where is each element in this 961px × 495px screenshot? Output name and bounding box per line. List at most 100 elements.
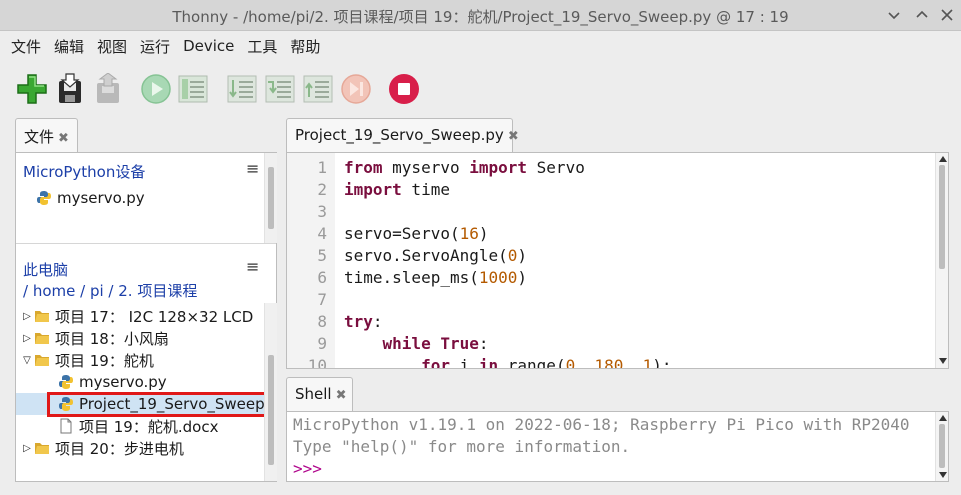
- tree-label: 项目 17： I2C 128×32 LCD: [55, 307, 254, 326]
- tree-label: 项目 19：舵机: [55, 351, 154, 370]
- number-token: 16: [459, 224, 479, 243]
- load-button[interactable]: [91, 72, 125, 106]
- micropython-menu-icon[interactable]: ≡: [246, 159, 259, 178]
- scrollbar-thumb[interactable]: [939, 165, 945, 269]
- keyword-token: from: [344, 158, 383, 177]
- code-token: ): [517, 268, 528, 287]
- tab-editor[interactable]: Project_19_Servo_Sweep.py ✖: [286, 118, 519, 153]
- stop-button[interactable]: [387, 72, 421, 106]
- line-number: 5: [317, 246, 327, 265]
- code-line[interactable]: try:: [344, 312, 383, 334]
- editor-pane[interactable]: 1 from myservo import Servo 2 import time 3 4…: [286, 152, 949, 369]
- python-file-icon: [37, 191, 51, 205]
- tree-scrollbar[interactable]: [264, 303, 277, 481]
- close-icon[interactable]: ✖: [58, 131, 69, 146]
- menu-edit[interactable]: 编辑: [54, 36, 84, 57]
- step-over-button[interactable]: [225, 72, 259, 106]
- scroll-up-icon[interactable]: [939, 415, 947, 421]
- breadcrumb-sep: /: [75, 282, 90, 300]
- scrollbar-thumb[interactable]: [939, 424, 945, 468]
- menu-tools[interactable]: 工具: [247, 36, 277, 57]
- tab-shell-label: Shell: [295, 385, 332, 403]
- maximize-button[interactable]: [911, 5, 933, 25]
- shell-pane[interactable]: MicroPython v1.19.1 on 2022-06-18; Raspb…: [286, 411, 949, 482]
- step-into-button[interactable]: [263, 72, 297, 106]
- line-number: 7: [317, 290, 327, 309]
- keyword-token: while: [382, 334, 431, 353]
- scrollbar-thumb[interactable]: [268, 167, 274, 229]
- code-token: time: [401, 180, 450, 199]
- menu-help[interactable]: 帮助: [290, 36, 320, 57]
- code-token: :: [372, 312, 383, 331]
- step-out-icon: [303, 75, 333, 103]
- menu-run[interactable]: 运行: [140, 36, 170, 57]
- file-tree: ▷ 项目 17： I2C 128×32 LCD ▷ 项目 18：小风扇 ▽ 项目…: [16, 305, 269, 481]
- tab-files[interactable]: 文件 ✖: [15, 118, 78, 153]
- computer-header: 此电脑: [23, 261, 69, 279]
- code-token: time.sleep_ms(: [344, 268, 479, 287]
- document-icon: [60, 418, 72, 434]
- tree-item-file-selected[interactable]: Project_19_Servo_Sweep.: [58, 393, 269, 415]
- breadcrumb-pi[interactable]: pi: [90, 282, 104, 300]
- code-token: :: [478, 334, 489, 353]
- code-token: i: [449, 356, 479, 369]
- code-line[interactable]: for i in range(0, 180, 1):: [344, 356, 672, 369]
- shell-prompt[interactable]: >>>: [293, 459, 322, 478]
- close-button[interactable]: [936, 5, 958, 25]
- expand-arrow-icon[interactable]: ▷: [20, 333, 34, 344]
- code-line[interactable]: while True:: [344, 334, 489, 356]
- code-token: myservo: [382, 158, 470, 177]
- line-number: 2: [317, 180, 327, 199]
- scroll-up-icon[interactable]: [939, 156, 947, 162]
- menu-device[interactable]: Device: [183, 37, 234, 55]
- debug-button[interactable]: [176, 72, 210, 106]
- code-line[interactable]: from myservo import Servo: [344, 158, 585, 180]
- tree-item-file[interactable]: myservo.py: [58, 371, 167, 393]
- tab-shell[interactable]: Shell ✖: [286, 377, 353, 412]
- stop-icon: [389, 74, 419, 104]
- scrollbar-thumb[interactable]: [268, 355, 274, 465]
- list-item[interactable]: myservo.py: [36, 187, 145, 209]
- run-button[interactable]: [139, 72, 173, 106]
- editor-scrollbar[interactable]: [935, 153, 948, 368]
- shell-scrollbar[interactable]: [935, 412, 948, 481]
- line-number: 6: [317, 268, 327, 287]
- code-line[interactable]: import time: [344, 180, 450, 202]
- resume-button[interactable]: [339, 72, 373, 106]
- collapse-arrow-icon[interactable]: ▽: [20, 355, 34, 366]
- breadcrumb-home[interactable]: home: [33, 282, 76, 300]
- code-line[interactable]: servo=Servo(16): [344, 224, 489, 246]
- window-title: Thonny - /home/pi/2. 项目课程/项目 19：舵机/Proje…: [172, 8, 789, 26]
- scroll-down-icon[interactable]: [939, 358, 947, 364]
- save-button[interactable]: [53, 72, 87, 106]
- breadcrumb-course[interactable]: 2. 项目课程: [118, 282, 197, 300]
- computer-menu-icon[interactable]: ≡: [246, 257, 259, 276]
- folder-icon: [35, 311, 49, 322]
- scroll-down-icon[interactable]: [939, 472, 947, 478]
- keyword-token: for: [421, 356, 450, 369]
- micropython-scrollbar[interactable]: [264, 153, 277, 243]
- code-line[interactable]: servo.ServoAngle(0): [344, 246, 527, 268]
- toolbar: [0, 66, 961, 112]
- tree-item-file[interactable]: 项目 19：舵机.docx: [58, 415, 218, 437]
- menu-view[interactable]: 视图: [97, 36, 127, 57]
- tree-item-folder[interactable]: ▷ 项目 20：步进电机: [20, 437, 184, 459]
- line-number: 9: [317, 334, 327, 353]
- code-line[interactable]: time.sleep_ms(1000): [344, 268, 527, 290]
- tree-label: 项目 18：小风扇: [55, 329, 169, 348]
- number-token: 1000: [478, 268, 518, 287]
- line-number: 1: [317, 158, 327, 177]
- menu-file[interactable]: 文件: [11, 36, 41, 57]
- tree-item-folder[interactable]: ▽ 项目 19：舵机: [20, 349, 154, 371]
- step-out-button[interactable]: [301, 72, 335, 106]
- tree-item-folder[interactable]: ▷ 项目 18：小风扇: [20, 327, 169, 349]
- expand-arrow-icon[interactable]: ▷: [20, 443, 34, 454]
- number-token: 1: [642, 356, 653, 369]
- expand-arrow-icon[interactable]: ▷: [20, 311, 34, 322]
- debug-icon: [178, 75, 208, 103]
- close-icon[interactable]: ✖: [508, 129, 519, 144]
- tree-item-folder[interactable]: ▷ 项目 17： I2C 128×32 LCD: [20, 305, 253, 327]
- minimize-button[interactable]: [883, 5, 905, 25]
- new-file-button[interactable]: [15, 72, 49, 106]
- close-icon[interactable]: ✖: [336, 388, 347, 403]
